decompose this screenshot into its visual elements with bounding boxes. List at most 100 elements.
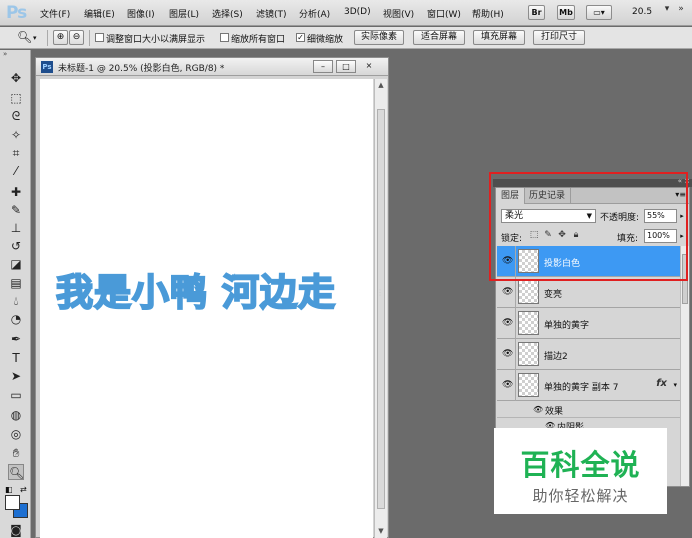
- divider: [515, 277, 516, 308]
- scrollbar-thumb[interactable]: [377, 109, 385, 509]
- eyedropper-tool-icon[interactable]: ⁄: [8, 163, 24, 179]
- marquee-tool-icon[interactable]: ⬚: [8, 90, 24, 106]
- quick-selection-tool-icon[interactable]: ✧: [8, 127, 24, 143]
- artwork-text-part2: 河边走: [221, 270, 336, 315]
- resize-windows-label: 调整窗口大小以满屏显示: [106, 35, 206, 45]
- menu-3d[interactable]: 3D(D): [344, 7, 371, 17]
- artwork-text-part1: 我是小鸭: [55, 270, 208, 315]
- zoom-tool-icon[interactable]: 🔍︎: [8, 464, 24, 480]
- fx-icon[interactable]: fx: [656, 378, 667, 389]
- move-tool-icon[interactable]: ✥: [8, 70, 24, 86]
- layer-thumbnail: [518, 280, 539, 304]
- foreground-color-swatch-front[interactable]: [5, 495, 20, 510]
- actual-pixels-button[interactable]: 实际像素: [354, 30, 404, 45]
- zoom-level[interactable]: 20.5: [632, 7, 652, 17]
- healing-brush-tool-icon[interactable]: ✚: [8, 184, 24, 200]
- effects-label: 效果: [545, 407, 564, 417]
- layer-row[interactable]: 👁︎ 单独的黄字 副本 7 fx ▾: [497, 370, 680, 401]
- lasso-tool-icon[interactable]: ᘓ: [8, 108, 24, 124]
- gradient-tool-icon[interactable]: ▤: [8, 275, 24, 291]
- layer-row[interactable]: 👁︎ 描边2: [497, 339, 680, 370]
- maximize-button[interactable]: □: [336, 60, 356, 73]
- separator: [89, 30, 90, 46]
- crop-tool-icon[interactable]: ⌗: [8, 145, 24, 161]
- layer-row[interactable]: 👁︎ 变亮: [497, 277, 680, 308]
- menu-analysis[interactable]: 分析(A): [299, 7, 330, 20]
- tool-preset-dropdown-icon[interactable]: ▾: [33, 34, 37, 42]
- artwork-text: 我是小鸭 河边走: [55, 262, 336, 316]
- zoom-all-windows-label: 缩放所有窗口: [231, 35, 286, 45]
- canvas[interactable]: 我是小鸭 河边走: [40, 79, 373, 538]
- highlight-annotation-box: [489, 172, 688, 281]
- zoom-tool-icon[interactable]: 🔍︎: [17, 30, 32, 44]
- menu-window[interactable]: 窗口(W): [427, 7, 461, 20]
- blur-tool-icon[interactable]: 💧︎: [8, 293, 24, 309]
- divider: [515, 339, 516, 370]
- zoom-all-windows-checkbox[interactable]: [220, 33, 229, 42]
- menu-edit[interactable]: 编辑(E): [84, 7, 115, 20]
- pen-tool-icon[interactable]: ✒: [8, 331, 24, 347]
- fit-screen-button[interactable]: 适合屏幕: [413, 30, 465, 45]
- quick-mask-icon[interactable]: ◙: [8, 522, 24, 538]
- separator: [47, 30, 48, 46]
- layer-thumbnail: [518, 342, 539, 366]
- minimize-button[interactable]: –: [313, 60, 333, 73]
- dodge-tool-icon[interactable]: ◔: [8, 311, 24, 327]
- menu-bar: Ps 文件(F) 编辑(E) 图像(I) 图层(L) 选择(S) 滤镜(T) 分…: [0, 0, 692, 26]
- resize-windows-checkbox[interactable]: [95, 33, 104, 42]
- panel-grip-icon[interactable]: ⋮: [376, 288, 384, 297]
- divider: [515, 308, 516, 339]
- options-bar: 🔍︎ ▾ ⊕ ⊖ 调整窗口大小以满屏显示 缩放所有窗口 ✓ 细微缩放 实际像素 …: [0, 27, 692, 49]
- menu-view[interactable]: 视图(V): [383, 7, 414, 20]
- type-tool-icon[interactable]: T: [8, 350, 24, 366]
- watermark: 百科全说 助你轻松解决: [494, 428, 667, 514]
- expand-effects-icon[interactable]: ▾: [673, 381, 677, 389]
- zoom-in-icon[interactable]: ⊕: [53, 30, 68, 45]
- scroll-down-icon[interactable]: ▼: [377, 527, 385, 535]
- eraser-tool-icon[interactable]: ◪: [8, 256, 24, 272]
- watermark-subtitle: 助你轻松解决: [532, 487, 629, 505]
- eye-icon[interactable]: 👁︎: [533, 405, 543, 414]
- more-icon[interactable]: »: [674, 2, 688, 16]
- zoom-out-icon[interactable]: ⊖: [69, 30, 84, 45]
- eye-icon[interactable]: 👁︎: [502, 349, 513, 359]
- eye-icon[interactable]: 👁︎: [502, 380, 513, 390]
- hand-tool-icon[interactable]: ✋︎: [8, 445, 24, 461]
- 3d-orbit-tool-icon[interactable]: ◎: [8, 426, 24, 442]
- document-titlebar[interactable]: Ps 未标题-1 @ 20.5% (投影白色, RGB/8) * – □ ×: [36, 58, 388, 76]
- clone-stamp-tool-icon[interactable]: ⊥: [8, 220, 24, 236]
- screen-mode-button[interactable]: ▭▾: [586, 5, 612, 20]
- default-colors-icon[interactable]: ◧: [5, 485, 13, 494]
- scroll-up-icon[interactable]: ▲: [377, 81, 385, 89]
- layer-name: 变亮: [544, 290, 563, 300]
- toolbox-collapse-icon[interactable]: »: [3, 50, 7, 58]
- layer-row[interactable]: 👁︎ 单独的黄字: [497, 308, 680, 339]
- shape-tool-icon[interactable]: ▭: [8, 387, 24, 403]
- layers-scrollbar[interactable]: [680, 246, 689, 486]
- photoshop-logo: Ps: [6, 3, 27, 23]
- vertical-scrollbar[interactable]: ▲ ▼: [374, 79, 387, 538]
- path-selection-tool-icon[interactable]: ➤: [8, 368, 24, 384]
- layer-name: 单独的黄字 副本 7: [544, 383, 619, 393]
- brush-tool-icon[interactable]: ✎: [8, 202, 24, 218]
- eye-icon[interactable]: 👁︎: [502, 318, 513, 328]
- collapse-icon[interactable]: ▾: [660, 2, 674, 16]
- history-brush-tool-icon[interactable]: ↺: [8, 238, 24, 254]
- menu-file[interactable]: 文件(F): [40, 7, 70, 20]
- menu-select[interactable]: 选择(S): [212, 7, 243, 20]
- 3d-rotate-tool-icon[interactable]: ◍: [8, 407, 24, 423]
- layer-name: 描边2: [544, 352, 568, 362]
- fill-screen-button[interactable]: 填充屏幕: [473, 30, 525, 45]
- menu-image[interactable]: 图像(I): [127, 7, 155, 20]
- mini-bridge-button[interactable]: Mb: [557, 5, 575, 20]
- scrubby-zoom-checkbox[interactable]: ✓: [296, 33, 305, 42]
- eye-icon[interactable]: 👁︎: [502, 287, 513, 297]
- swap-colors-icon[interactable]: ⇄: [20, 485, 27, 494]
- menu-help[interactable]: 帮助(H): [472, 7, 504, 20]
- effects-row[interactable]: 👁︎ 效果: [497, 402, 680, 417]
- menu-layer[interactable]: 图层(L): [169, 7, 199, 20]
- bridge-button[interactable]: Br: [528, 5, 545, 20]
- close-button[interactable]: ×: [359, 60, 379, 73]
- menu-filter[interactable]: 滤镜(T): [256, 7, 287, 20]
- print-size-button[interactable]: 打印尺寸: [533, 30, 585, 45]
